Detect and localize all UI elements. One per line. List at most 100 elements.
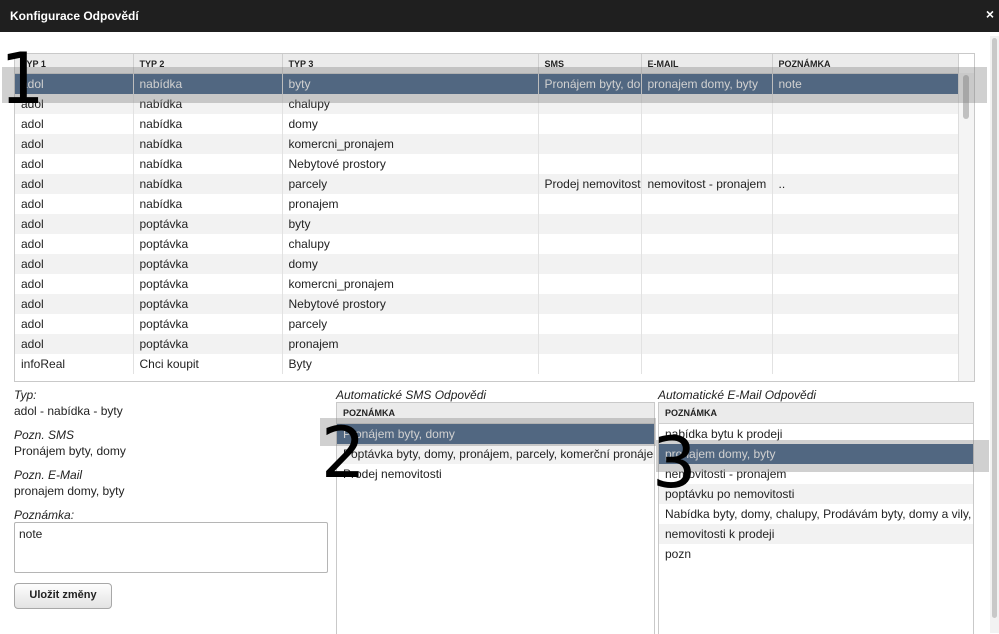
email-note-value: pronajem domy, byty	[14, 484, 125, 498]
table-cell	[538, 234, 642, 254]
table-cell: adol	[15, 314, 134, 334]
table-cell: adol	[15, 194, 134, 214]
table-cell	[538, 114, 642, 134]
save-changes-button[interactable]: Uložit změny	[14, 583, 112, 609]
table-cell: poptávka	[133, 254, 283, 274]
table-row[interactable]: infoReal Chci koupit Byty	[15, 354, 959, 374]
table-cell	[538, 314, 642, 334]
table-row[interactable]: adol nabídka pronajem	[15, 194, 959, 214]
table-cell	[772, 134, 959, 154]
table-cell	[772, 114, 959, 134]
table-cell	[772, 354, 959, 374]
table-cell	[772, 234, 959, 254]
table-cell: adol	[15, 174, 134, 194]
dialog-scrollbar[interactable]	[990, 36, 999, 633]
table-cell: adol	[15, 134, 134, 154]
table-cell	[772, 194, 959, 214]
table-cell: adol	[15, 254, 134, 274]
table-cell: adol	[15, 274, 134, 294]
marker-2-highlight	[320, 418, 656, 446]
typ-label: Typ:	[14, 388, 37, 402]
table-cell: adol	[15, 154, 134, 174]
table-cell	[641, 194, 773, 214]
table-cell: domy	[282, 254, 539, 274]
table-cell: Nebytové prostory	[282, 154, 539, 174]
sms-note-label: Pozn. SMS	[14, 428, 75, 442]
table-cell: poptávka	[133, 234, 283, 254]
marker-1-number: 1	[0, 38, 45, 120]
list-item[interactable]: poptávku po nemovitosti	[659, 484, 973, 504]
table-row[interactable]: adol poptávka byty	[15, 214, 959, 234]
table-cell	[641, 134, 773, 154]
grid-scrollbar[interactable]	[958, 73, 974, 381]
list-item[interactable]: Poptávka byty, domy, pronájem, parcely, …	[337, 444, 654, 464]
table-cell: nabídka	[133, 114, 283, 134]
table-cell	[538, 214, 642, 234]
table-cell	[538, 154, 642, 174]
email-note-label: Pozn. E-Mail	[14, 468, 83, 482]
email-panel-title: Automatické E-Mail Odpovědi	[658, 388, 817, 402]
marker-3-number: 3	[652, 422, 697, 504]
table-cell: chalupy	[282, 234, 539, 254]
table-cell	[772, 334, 959, 354]
table-cell	[641, 154, 773, 174]
table-cell: poptávka	[133, 274, 283, 294]
table-row[interactable]: adol nabídka domy	[15, 114, 959, 134]
table-row[interactable]: adol nabídka Nebytové prostory	[15, 154, 959, 174]
table-cell	[538, 134, 642, 154]
note-textarea[interactable]: note	[14, 522, 328, 573]
table-cell: poptávka	[133, 314, 283, 334]
list-item[interactable]: Nabídka byty, domy, chalupy, Prodávám by…	[659, 504, 973, 524]
table-cell: Byty	[282, 354, 539, 374]
table-cell	[641, 254, 773, 274]
table-cell	[772, 274, 959, 294]
note-label: Poznámka:	[14, 508, 75, 522]
list-item[interactable]: pozn	[659, 544, 973, 564]
table-cell: parcely	[282, 174, 539, 194]
email-list-header[interactable]: POZNÁMKA	[659, 403, 973, 424]
marker-3-highlight	[656, 440, 989, 472]
table-row[interactable]: adol poptávka domy	[15, 254, 959, 274]
email-response-list: POZNÁMKA nabídka bytu k prodeji pronajem …	[658, 402, 974, 634]
table-cell: poptávka	[133, 334, 283, 354]
table-cell: pronajem	[282, 334, 539, 354]
table-cell: Chci koupit	[133, 354, 283, 374]
table-row[interactable]: adol poptávka chalupy	[15, 234, 959, 254]
table-cell	[641, 234, 773, 254]
table-cell: komercni_pronajem	[282, 134, 539, 154]
sms-note-value: Pronájem byty, domy	[14, 444, 126, 458]
table-cell	[641, 114, 773, 134]
table-row[interactable]: adol nabídka komercni_pronajem	[15, 134, 959, 154]
table-cell: Nebytové prostory	[282, 294, 539, 314]
table-row[interactable]: adol nabídka parcely Prodej nemovitosti nemo…	[15, 174, 959, 194]
dialog-titlebar: Konfigurace Odpovědí ×	[0, 0, 999, 32]
table-cell: poptávka	[133, 214, 283, 234]
table-cell: nabídka	[133, 194, 283, 214]
list-item[interactable]: nemovitosti k prodeji	[659, 524, 973, 544]
table-cell: ..	[772, 174, 959, 194]
table-cell: byty	[282, 214, 539, 234]
table-cell	[641, 274, 773, 294]
table-cell: adol	[15, 234, 134, 254]
marker-2-number: 2	[321, 412, 366, 494]
table-cell	[538, 334, 642, 354]
table-cell	[538, 354, 642, 374]
table-cell: nabídka	[133, 134, 283, 154]
dialog-scrollbar-thumb[interactable]	[992, 38, 997, 618]
table-cell	[641, 334, 773, 354]
table-row[interactable]: adol poptávka pronajem	[15, 334, 959, 354]
close-icon[interactable]: ×	[986, 6, 994, 22]
table-row[interactable]: adol poptávka komercni_pronajem	[15, 274, 959, 294]
table-cell	[538, 274, 642, 294]
table-cell	[772, 294, 959, 314]
table-cell: adol	[15, 214, 134, 234]
table-cell: pronajem	[282, 194, 539, 214]
table-cell	[538, 254, 642, 274]
list-item[interactable]: Prodej nemovitosti	[337, 464, 654, 484]
table-cell	[772, 254, 959, 274]
table-cell	[538, 294, 642, 314]
table-cell	[772, 314, 959, 334]
table-cell: komercni_pronajem	[282, 274, 539, 294]
table-row[interactable]: adol poptávka Nebytové prostory	[15, 294, 959, 314]
table-row[interactable]: adol poptávka parcely	[15, 314, 959, 334]
